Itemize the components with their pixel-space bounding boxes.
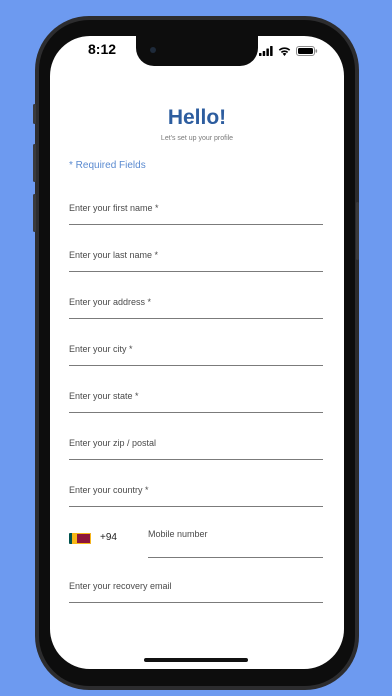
state-field[interactable]: Enter your state * bbox=[69, 388, 323, 413]
zip-postal-field[interactable]: Enter your zip / postal bbox=[69, 435, 323, 460]
address-placeholder: Enter your address * bbox=[69, 297, 152, 307]
cellular-signal-icon bbox=[259, 43, 273, 61]
status-time: 8:12 bbox=[88, 41, 117, 57]
page-subtitle: Let's set up your profile bbox=[160, 135, 234, 142]
last-name-placeholder: Enter your last name * bbox=[69, 250, 159, 260]
country-field[interactable]: Enter your country * bbox=[69, 482, 323, 507]
mobile-number-placeholder: Mobile number bbox=[148, 529, 208, 539]
address-field[interactable]: Enter your address * bbox=[69, 294, 323, 319]
volume-down-button bbox=[33, 194, 36, 232]
power-button bbox=[356, 202, 359, 260]
silent-switch bbox=[33, 104, 36, 124]
last-name-field[interactable]: Enter your last name * bbox=[69, 247, 323, 272]
required-fields-note: * Required Fields bbox=[69, 160, 146, 171]
recovery-email-placeholder: Enter your recovery email bbox=[69, 581, 172, 591]
first-name-placeholder: Enter your first name * bbox=[69, 203, 159, 213]
status-icons bbox=[259, 43, 318, 61]
mobile-number-field[interactable]: Mobile number bbox=[148, 526, 323, 558]
home-indicator[interactable] bbox=[144, 658, 248, 662]
app-screen: 8:12 Hello! Let's set up your profile * … bbox=[50, 36, 344, 669]
wifi-icon bbox=[278, 43, 291, 61]
page-title: Hello! bbox=[167, 106, 227, 129]
volume-up-button bbox=[33, 144, 36, 182]
sri-lanka-flag-icon[interactable] bbox=[69, 533, 91, 544]
notch bbox=[136, 36, 258, 66]
city-field[interactable]: Enter your city * bbox=[69, 341, 323, 366]
city-placeholder: Enter your city * bbox=[69, 344, 133, 354]
recovery-email-field[interactable]: Enter your recovery email bbox=[69, 578, 323, 603]
state-placeholder: Enter your state * bbox=[69, 391, 139, 401]
zip-postal-placeholder: Enter your zip / postal bbox=[69, 438, 157, 448]
first-name-field[interactable]: Enter your first name * bbox=[69, 200, 323, 225]
country-code[interactable]: +94 bbox=[100, 532, 117, 543]
country-placeholder: Enter your country * bbox=[69, 485, 149, 495]
battery-icon bbox=[296, 43, 318, 61]
front-camera bbox=[150, 47, 156, 53]
